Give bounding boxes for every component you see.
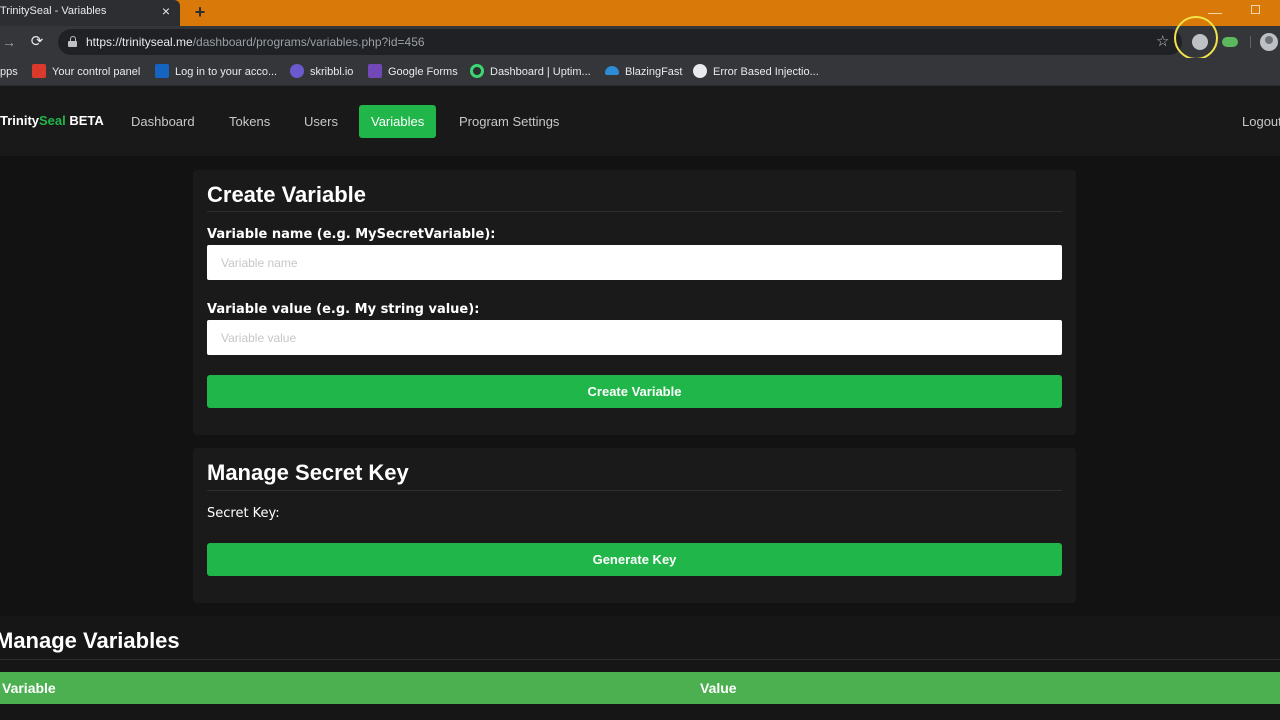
google-forms-icon (368, 64, 382, 78)
variables-table-header: Variable Value (0, 672, 1280, 704)
globe-icon (693, 64, 707, 78)
toolbar-separator (1250, 36, 1251, 48)
uptime-icon (470, 64, 484, 78)
variable-value-label: Variable value (e.g. My string value): (207, 302, 480, 317)
divider (0, 659, 1280, 660)
variable-name-input[interactable] (207, 245, 1062, 280)
secret-key-label: Secret Key: (207, 506, 280, 521)
secret-key-card: Manage Secret Key Secret Key: Generate K… (193, 448, 1076, 603)
nav-logout[interactable]: Logout (1242, 105, 1280, 138)
bookmark-control-panel[interactable]: Your control panel (32, 64, 140, 80)
generate-key-button[interactable]: Generate Key (207, 543, 1062, 576)
manage-variables-title: Manage Variables (0, 628, 180, 653)
paypal-icon (155, 64, 169, 78)
site-navbar: TrinitySeal BETA Dashboard Tokens Users … (0, 86, 1280, 156)
profile-avatar-icon[interactable] (1260, 33, 1278, 51)
cursor-highlight-ring (1174, 16, 1218, 60)
forward-arrow-icon[interactable]: → (2, 32, 18, 52)
secret-key-title: Manage Secret Key (207, 460, 409, 485)
control-panel-icon (32, 64, 46, 78)
nav-dashboard[interactable]: Dashboard (131, 105, 195, 138)
url-path: /dashboard/programs/variables.php?id=456 (192, 35, 425, 49)
bookmark-google-forms[interactable]: Google Forms (368, 64, 458, 80)
lock-icon[interactable] (68, 36, 77, 47)
column-header-value: Value (700, 680, 737, 696)
create-variable-title: Create Variable (207, 182, 366, 207)
bookmark-uptime-dashboard[interactable]: Dashboard | Uptim... (470, 64, 591, 80)
bookmark-skribbl[interactable]: skribbl.io (290, 64, 353, 80)
url-text[interactable]: https://trinityseal.me/dashboard/program… (86, 35, 425, 49)
bookmarks-bar: pps Your control panel Log in to your ac… (0, 58, 1280, 86)
new-tab-button[interactable]: + (190, 1, 210, 23)
site-page: TrinitySeal BETA Dashboard Tokens Users … (0, 86, 1280, 720)
nav-variables[interactable]: Variables (359, 105, 437, 138)
address-bar[interactable]: https://trinityseal.me/dashboard/program… (58, 29, 1182, 55)
maximize-icon[interactable] (1251, 5, 1260, 14)
divider (207, 490, 1062, 491)
nav-users[interactable]: Users (304, 105, 338, 138)
create-variable-card: Create Variable Variable name (e.g. MySe… (193, 170, 1076, 435)
brand-logo[interactable]: TrinitySeal BETA (0, 113, 104, 128)
skribbl-icon (290, 64, 304, 78)
reload-icon[interactable]: ⟳ (28, 32, 46, 52)
browser-tab-strip: TrinitySeal - Variables × + (0, 0, 1280, 26)
column-header-variable: Variable (2, 680, 56, 696)
variable-value-input[interactable] (207, 320, 1062, 355)
extension-toggle-icon[interactable] (1222, 37, 1238, 47)
url-host: https://trinityseal.me (86, 35, 193, 49)
tab-title: TrinitySeal - Variables (0, 5, 107, 17)
divider (207, 211, 1062, 212)
variable-name-label: Variable name (e.g. MySecretVariable): (207, 227, 496, 242)
bookmark-star-icon[interactable]: ☆ (1156, 32, 1169, 52)
bookmark-login[interactable]: Log in to your acco... (155, 64, 277, 80)
tab-close-icon[interactable]: × (158, 2, 174, 20)
minimize-icon[interactable] (1208, 4, 1222, 14)
manage-variables-section: Manage Variables Variable Value (0, 616, 1280, 720)
cloud-icon (605, 66, 619, 75)
browser-toolbar: → ⟳ https://trinityseal.me/dashboard/pro… (0, 26, 1280, 58)
nav-tokens[interactable]: Tokens (229, 105, 270, 138)
browser-tab[interactable]: TrinitySeal - Variables × (0, 0, 180, 26)
bookmark-error-injection[interactable]: Error Based Injectio... (693, 64, 819, 80)
bookmark-apps[interactable]: pps (0, 64, 18, 80)
bookmark-blazingfast[interactable]: BlazingFast (605, 64, 682, 80)
create-variable-button[interactable]: Create Variable (207, 375, 1062, 408)
nav-program-settings[interactable]: Program Settings (459, 105, 559, 138)
